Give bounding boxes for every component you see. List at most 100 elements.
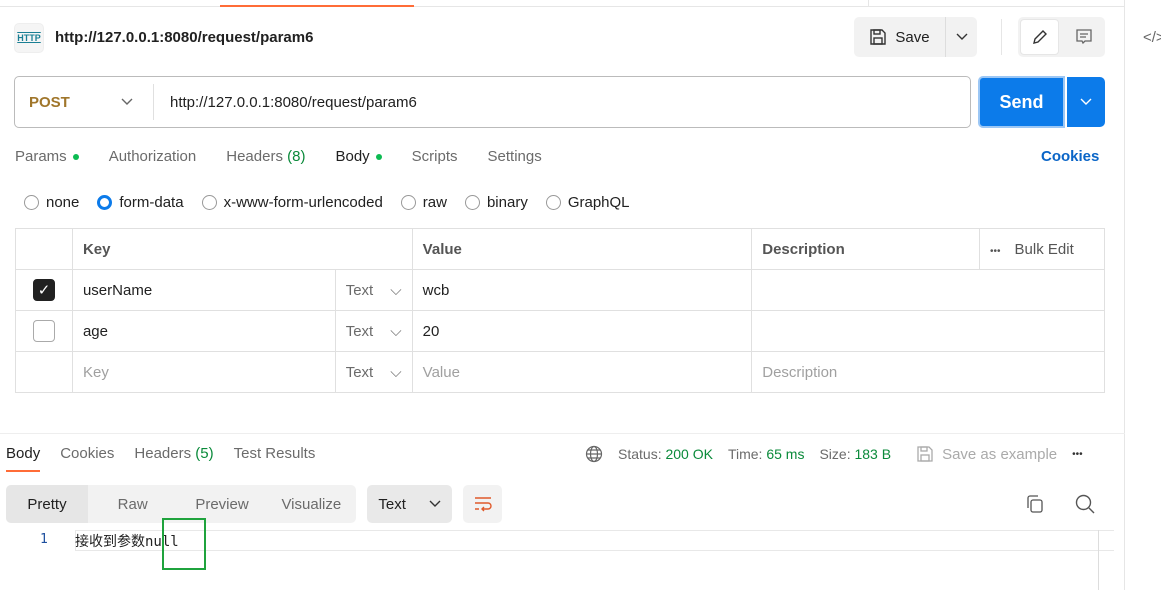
pencil-icon: [1032, 30, 1047, 44]
status[interactable]: Status: 200 OK: [618, 446, 713, 462]
highlight-box: [162, 518, 206, 570]
send-dropdown-button[interactable]: [1067, 77, 1105, 127]
table-header: Key Value Description ••• Bulk Edit: [15, 228, 1105, 270]
tab-body[interactable]: Body: [335, 148, 382, 165]
radio-circle: [464, 195, 480, 210]
radio-circle: [545, 195, 561, 210]
globe-icon[interactable]: [585, 445, 603, 463]
description-cell[interactable]: [751, 269, 1105, 311]
save-dropdown-button[interactable]: [946, 17, 977, 57]
key-cell[interactable]: age: [71, 310, 336, 352]
tab-response-body[interactable]: Body: [6, 445, 41, 472]
active-tab-indicator: [220, 5, 414, 7]
form-data-table: Key Value Description ••• Bulk Edit ✓ use…: [15, 228, 1105, 393]
method-select[interactable]: POST: [15, 84, 154, 120]
key-input[interactable]: Key: [71, 351, 336, 393]
checkbox-checked[interactable]: ✓: [32, 279, 55, 301]
time-value: 65 ms: [766, 446, 805, 462]
save-button[interactable]: Save: [854, 17, 946, 57]
search-icon[interactable]: [1074, 493, 1096, 515]
row-checkbox-cell: [15, 310, 73, 352]
status-value: 200 OK: [665, 446, 713, 462]
wrap-lines-button[interactable]: [463, 485, 502, 523]
header-key: Key: [71, 228, 413, 270]
value-input[interactable]: Value: [411, 351, 753, 393]
row-checkbox-cell: [15, 351, 73, 393]
tab-label: Headers: [134, 445, 192, 462]
radio-none[interactable]: none: [24, 194, 79, 211]
chevron-down-icon: [121, 98, 133, 105]
table-row-empty: Key Text ⌵ Value Description: [15, 351, 1105, 393]
editor-scrollbar[interactable]: [1098, 530, 1099, 590]
size-label: Size:: [819, 446, 851, 462]
language-select[interactable]: Text: [367, 485, 452, 523]
more-options-icon[interactable]: •••: [1072, 449, 1083, 460]
table-row: ✓ userName Text ⌵ wcb: [15, 269, 1105, 311]
tab-params[interactable]: Params: [15, 148, 79, 165]
code-icon[interactable]: </>: [1143, 29, 1161, 46]
type-label: Text: [345, 322, 374, 340]
radio-label: raw: [422, 194, 447, 211]
response-tabs: Body Cookies Headers (5) Test Results: [6, 445, 315, 472]
tab-headers[interactable]: Headers (8): [226, 148, 305, 165]
url-input[interactable]: http://127.0.0.1:8080/request/param6: [154, 94, 417, 111]
tab-test-results[interactable]: Test Results: [234, 445, 316, 472]
radio-graphql[interactable]: GraphQL: [545, 194, 630, 211]
tab-scripts[interactable]: Scripts: [412, 148, 458, 165]
value-cell[interactable]: 20: [411, 310, 753, 352]
tab-response-headers[interactable]: Headers (5): [134, 445, 213, 472]
save-as-example-button[interactable]: Save as example: [916, 445, 1057, 463]
radio-label: GraphQL: [567, 194, 630, 211]
tab-response-cookies[interactable]: Cookies: [60, 445, 114, 472]
radio-label: binary: [486, 194, 528, 211]
checkbox[interactable]: [32, 320, 55, 342]
headers-count: (5): [195, 445, 214, 462]
more-icon[interactable]: •••: [990, 246, 1001, 257]
response-meta: Status: 200 OK Time: 65 ms Size: 183 B S…: [585, 445, 1083, 463]
chevron-down-icon: ⌵: [390, 281, 402, 299]
tab-settings[interactable]: Settings: [488, 148, 542, 165]
size[interactable]: Size: 183 B: [819, 446, 891, 462]
edit-button[interactable]: [1020, 19, 1059, 55]
format-pretty[interactable]: Pretty: [6, 485, 88, 523]
tab-authorization[interactable]: Authorization: [109, 148, 197, 165]
chevron-down-icon: [429, 500, 441, 507]
response-editor-line: [75, 530, 1114, 551]
url-bar: POST http://127.0.0.1:8080/request/param…: [14, 76, 971, 128]
key-cell[interactable]: userName: [71, 269, 336, 311]
save-icon: [917, 446, 933, 462]
value-cell[interactable]: wcb: [411, 269, 753, 311]
header-description: Description: [751, 228, 981, 270]
wrap-icon: [474, 497, 492, 512]
cookies-link[interactable]: Cookies: [1041, 148, 1099, 165]
chevron-down-icon: [956, 33, 967, 40]
status-label: Status:: [618, 446, 662, 462]
radio-circle: [400, 195, 416, 210]
radio-form-data[interactable]: form-data: [97, 194, 184, 211]
description-input[interactable]: Description: [751, 351, 1105, 393]
save-label: Save: [895, 28, 930, 46]
send-button[interactable]: Send: [978, 76, 1065, 128]
comments-button[interactable]: [1064, 19, 1103, 55]
radio-urlencoded[interactable]: x-www-form-urlencoded: [201, 194, 383, 211]
time[interactable]: Time: 65 ms: [728, 446, 805, 462]
request-title[interactable]: http://127.0.0.1:8080/request/param6: [55, 29, 313, 46]
header-check: [15, 228, 73, 270]
status-dot: [72, 154, 79, 161]
copy-icon[interactable]: [1025, 494, 1045, 514]
divider: [868, 0, 869, 6]
right-panel-divider: [1124, 0, 1125, 590]
type-select[interactable]: Text ⌵: [334, 269, 413, 311]
bulk-edit-button[interactable]: ••• Bulk Edit: [979, 228, 1105, 270]
format-visualize[interactable]: Visualize: [267, 485, 356, 523]
radio-raw[interactable]: raw: [400, 194, 447, 211]
type-select[interactable]: Text ⌵: [334, 351, 413, 393]
type-select[interactable]: Text ⌵: [334, 310, 413, 352]
radio-label: form-data: [119, 194, 184, 211]
comment-icon: [1075, 29, 1092, 45]
description-cell[interactable]: [751, 310, 1105, 352]
status-dot: [375, 154, 382, 161]
save-example-label: Save as example: [942, 445, 1058, 463]
divider: [1001, 19, 1002, 55]
radio-binary[interactable]: binary: [464, 194, 528, 211]
